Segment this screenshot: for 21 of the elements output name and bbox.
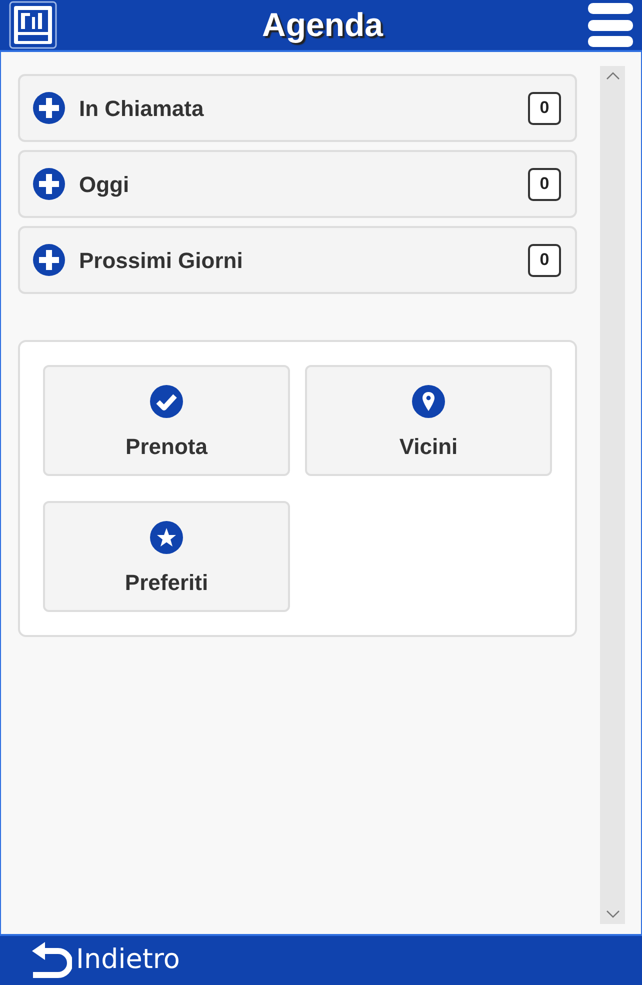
back-button[interactable]: Indietro [32,940,180,981]
section-label: Prossimi Giorni [79,246,244,274]
action-button[interactable]: Preferiti [43,501,290,612]
page-title: Agenda [262,5,383,46]
agenda-section-header[interactable]: Prossimi Giorni 0 [18,226,577,294]
section-label: In Chiamata [79,94,205,122]
count-badge: 0 [528,244,561,276]
scroll-up-icon[interactable] [606,72,620,80]
agenda-section-header[interactable]: In Chiamata 0 [18,74,577,142]
scrollbar[interactable] [600,66,625,924]
menu-button[interactable] [588,3,633,47]
action-button[interactable]: Prenota [43,365,290,476]
count-badge: 0 [528,168,561,200]
agenda-section-header[interactable]: Oggi 0 [18,150,577,218]
action-button[interactable]: Vicini [305,365,552,476]
section-label: Oggi [79,170,130,199]
count-badge: 0 [528,92,561,124]
check-icon [150,384,183,418]
map-pin-icon [412,384,445,418]
scroll-down-icon[interactable] [606,910,620,918]
back-arrow-icon [32,942,72,980]
